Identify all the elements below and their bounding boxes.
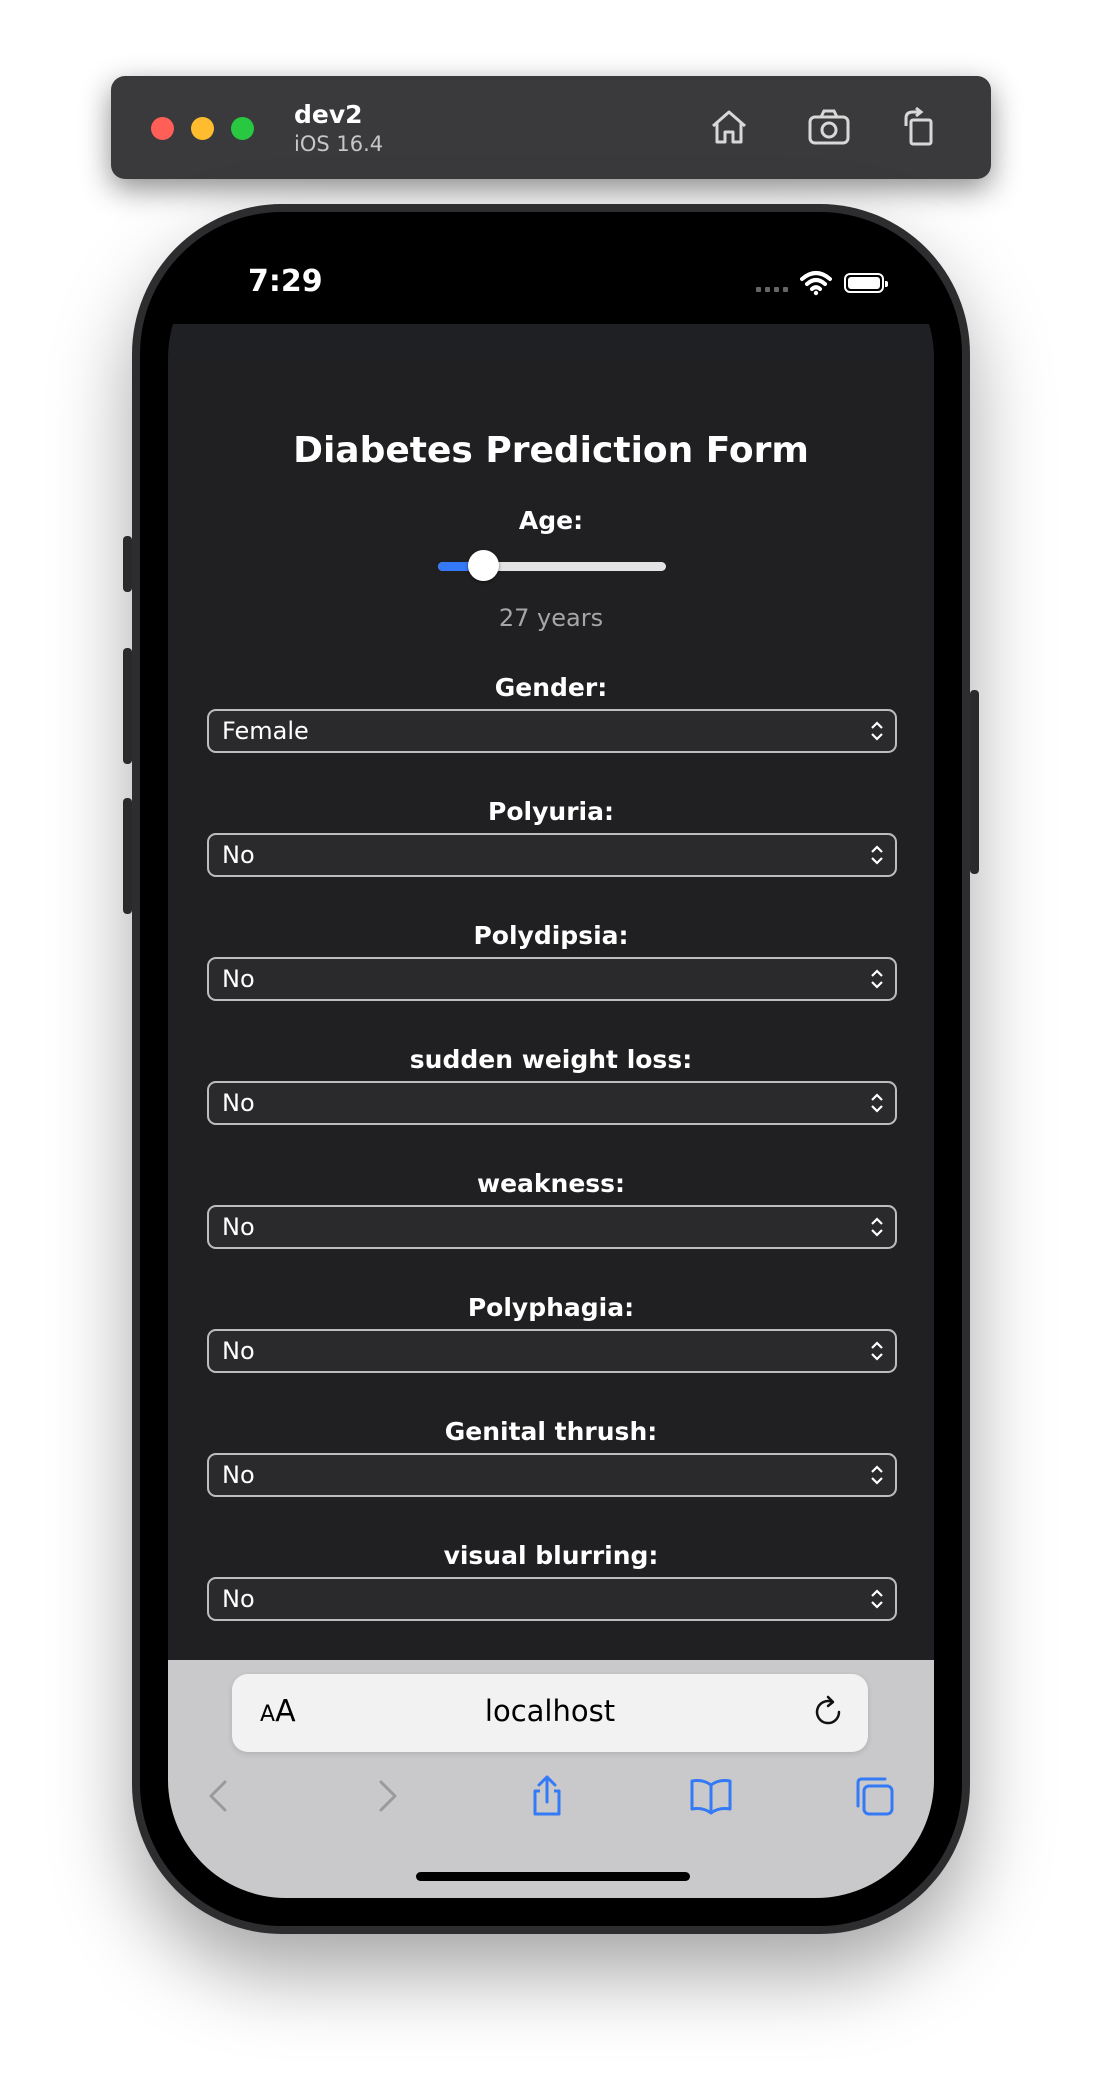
safari-toolbar: AA localhost [168,1660,934,1898]
os-version: iOS 16.4 [294,132,384,156]
share-button[interactable] [523,1772,571,1820]
cellular-signal-icon [756,275,788,292]
polyphagia-label: Polyphagia: [467,1293,635,1322]
chevron-up-down-icon [869,1216,885,1238]
silent-switch [123,536,132,592]
minimize-window-button[interactable] [191,117,214,140]
chevron-up-down-icon [869,844,885,866]
chevron-up-down-icon [869,968,885,990]
share-icon [533,1775,561,1816]
wifi-icon [800,270,832,296]
genital-thrush-value: No [222,1461,255,1489]
polyuria-label: Polyuria: [488,797,614,826]
weakness-label: weakness: [476,1169,626,1198]
forward-button[interactable] [362,1772,410,1820]
phone-screen: 7:29 Diabetes Prediction Form Age: 27 ye [168,240,934,1898]
home-button[interactable] [704,104,754,150]
chevron-up-down-icon [869,720,885,742]
reload-icon[interactable] [810,1694,846,1730]
chevron-up-down-icon [869,1092,885,1114]
weakness-select[interactable]: No [207,1205,897,1249]
tabs-icon [856,1777,894,1816]
chevron-right-icon [379,1780,397,1812]
device-name: dev2 [294,100,363,129]
genital-thrush-select[interactable]: No [207,1453,897,1497]
volume-down-button [123,798,132,914]
chevron-left-icon [209,1780,227,1812]
status-icons [756,270,888,296]
visual-blurring-label: visual blurring: [443,1541,659,1570]
polyphagia-value: No [222,1337,255,1365]
polydipsia-select[interactable]: No [207,957,897,1001]
simulator-toolbar: dev2 iOS 16.4 [111,76,991,179]
prediction-form: Diabetes Prediction Form Age: 27 years G… [172,360,930,1680]
power-button [970,690,979,874]
sudden-weight-loss-value: No [222,1089,255,1117]
volume-up-button [123,648,132,764]
chevron-up-down-icon [869,1588,885,1610]
url-text: localhost [484,1694,616,1728]
polyphagia-select[interactable]: No [207,1329,897,1373]
web-content: Diabetes Prediction Form Age: 27 years G… [168,324,934,1680]
tabs-button[interactable] [850,1772,898,1820]
gender-select[interactable]: Female [207,709,897,753]
back-button[interactable] [196,1772,244,1820]
gender-label: Gender: [494,673,608,702]
zoom-window-button[interactable] [231,117,254,140]
rotate-icon [904,106,933,146]
close-window-button[interactable] [151,117,174,140]
polyuria-value: No [222,841,255,869]
visual-blurring-select[interactable]: No [207,1577,897,1621]
bookmarks-button[interactable] [687,1772,735,1820]
age-value: 27 years [498,604,604,632]
sudden-weight-loss-label: sudden weight loss: [409,1045,693,1074]
rotate-button[interactable] [894,104,944,150]
book-icon [690,1779,732,1815]
address-bar[interactable]: AA localhost [232,1674,868,1752]
screenshot-button[interactable] [804,104,854,150]
weakness-value: No [222,1213,255,1241]
camera-icon [808,109,850,145]
polyuria-select[interactable]: No [207,833,897,877]
form-title: Diabetes Prediction Form [293,430,809,471]
battery-icon [844,273,888,293]
age-slider[interactable] [438,550,666,581]
home-icon [712,110,746,144]
home-indicator [416,1872,690,1881]
visual-blurring-value: No [222,1585,255,1613]
slider-thumb[interactable] [468,550,500,581]
status-time: 7:29 [248,264,323,299]
chevron-up-down-icon [869,1464,885,1486]
genital-thrush-label: Genital thrush: [444,1417,658,1446]
sudden-weight-loss-select[interactable]: No [207,1081,897,1125]
polydipsia-label: Polydipsia: [473,921,629,950]
chevron-up-down-icon [869,1340,885,1362]
polydipsia-value: No [222,965,255,993]
gender-value: Female [222,717,309,745]
age-label: Age: [518,506,584,535]
